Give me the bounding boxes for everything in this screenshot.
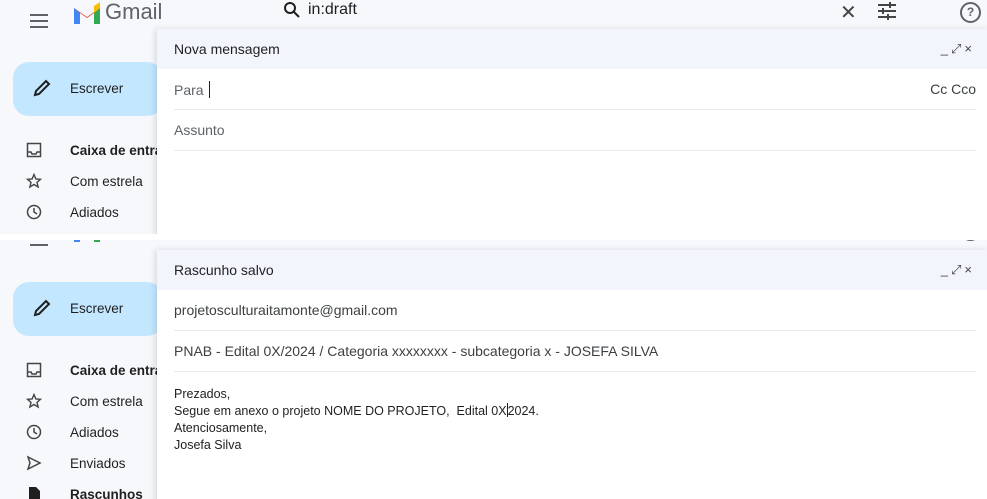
star-icon <box>26 173 42 189</box>
sidebar-item-label: Rascunhos <box>70 487 143 499</box>
sidebar-item-label: Adiados <box>70 205 119 220</box>
inbox-icon <box>26 362 42 378</box>
sidebar-item-label: Com estrela <box>70 174 143 189</box>
gmail-logo-icon[interactable] <box>72 2 102 26</box>
compose-window: Nova mensagem _⤢× Para Cc Cco Assunto <box>157 29 987 234</box>
recipient-value: projetosculturaitamonte@gmail.com <box>174 302 398 318</box>
compose-button[interactable]: Escrever <box>13 62 163 116</box>
compose-title: Nova mensagem <box>174 41 280 57</box>
sidebar-item-inbox[interactable]: Caixa de entrada <box>0 139 178 163</box>
pencil-icon <box>33 79 51 97</box>
recipients-field[interactable]: Para Cc Cco <box>174 69 976 110</box>
sidebar-item-snoozed[interactable]: Adiados <box>0 421 160 445</box>
compose-header[interactable]: Nova mensagem _⤢× <box>157 29 987 69</box>
gmail-window-saved-draft: Gmail in:draft ✕ ? Escrever Caixa de ent… <box>0 240 987 499</box>
sidebar-item-sent[interactable]: Enviados <box>0 452 160 476</box>
subject-field[interactable]: Assunto <box>174 110 976 151</box>
sidebar-item-starred[interactable]: Com estrela <box>0 390 160 414</box>
gmail-wordmark: Gmail <box>105 0 163 24</box>
body-line: Atenciosamente, <box>174 421 268 435</box>
clear-search-icon[interactable]: ✕ <box>840 240 857 243</box>
fullscreen-icon[interactable]: ⤢ <box>951 262 964 277</box>
compose-title: Rascunho salvo <box>174 262 274 278</box>
minimize-icon[interactable]: _ <box>941 41 951 56</box>
close-icon[interactable]: × <box>964 41 975 56</box>
sidebar-item-drafts[interactable]: Rascunhos <box>0 483 160 499</box>
sidebar-item-label: Com estrela <box>70 394 143 409</box>
subject-placeholder: Assunto <box>174 122 225 138</box>
sidebar-item-label: Enviados <box>70 456 126 471</box>
search-input[interactable]: in:draft <box>308 1 357 19</box>
compose-window: Rascunho salvo _⤢× projetosculturaitamon… <box>157 250 987 499</box>
close-icon[interactable]: × <box>964 262 975 277</box>
search-options-icon[interactable] <box>877 2 897 20</box>
sidebar-item-inbox[interactable]: Caixa de entrada <box>0 359 178 383</box>
inbox-icon <box>26 142 42 158</box>
body-line: 2024. <box>507 404 539 418</box>
sidebar-item-starred[interactable]: Com estrela <box>0 170 160 194</box>
text-cursor <box>208 81 210 98</box>
subject-field[interactable]: PNAB - Edital 0X/2024 / Categoria xxxxxx… <box>174 331 976 372</box>
gmail-window-new-message: Gmail in:draft ✕ ? Escrever Caixa de ent… <box>0 0 987 234</box>
subject-value: PNAB - Edital 0X/2024 / Categoria xxxxxx… <box>174 343 659 359</box>
minimize-icon[interactable]: _ <box>941 262 951 277</box>
main-menu-icon[interactable] <box>30 240 48 246</box>
body-line: Josefa Silva <box>174 438 242 452</box>
compose-button-label: Escrever <box>70 301 124 316</box>
cc-bcc-link[interactable]: Cc Cco <box>930 81 976 97</box>
help-icon[interactable]: ? <box>960 2 981 23</box>
sidebar-item-snoozed[interactable]: Adiados <box>0 201 160 225</box>
search-icon[interactable] <box>283 1 301 19</box>
main-menu-icon[interactable] <box>30 14 48 28</box>
star-icon <box>26 393 42 409</box>
help-icon[interactable]: ? <box>960 240 981 241</box>
recipients-field[interactable]: projetosculturaitamonte@gmail.com <box>174 290 976 331</box>
pencil-icon <box>33 299 51 317</box>
body-line: Prezados, <box>174 387 231 401</box>
gmail-wordmark: Gmail <box>105 240 162 243</box>
message-body[interactable] <box>157 151 987 231</box>
body-line: Segue em anexo o projeto NOME DO PROJETO… <box>174 404 507 418</box>
to-label: Para <box>174 82 204 98</box>
sidebar-item-label: Adiados <box>70 425 119 440</box>
clock-icon <box>26 204 42 220</box>
compose-button-label: Escrever <box>70 81 124 96</box>
send-icon <box>26 455 42 471</box>
compose-header[interactable]: Rascunho salvo _⤢× <box>157 250 987 290</box>
clear-search-icon[interactable]: ✕ <box>840 0 857 25</box>
draft-icon <box>29 487 40 499</box>
compose-button[interactable]: Escrever <box>13 282 163 336</box>
message-body[interactable]: Prezados, Segue em anexo o projeto NOME … <box>157 372 987 454</box>
gmail-logo-icon[interactable] <box>72 240 102 244</box>
fullscreen-icon[interactable]: ⤢ <box>951 41 964 56</box>
clock-icon <box>26 424 42 440</box>
